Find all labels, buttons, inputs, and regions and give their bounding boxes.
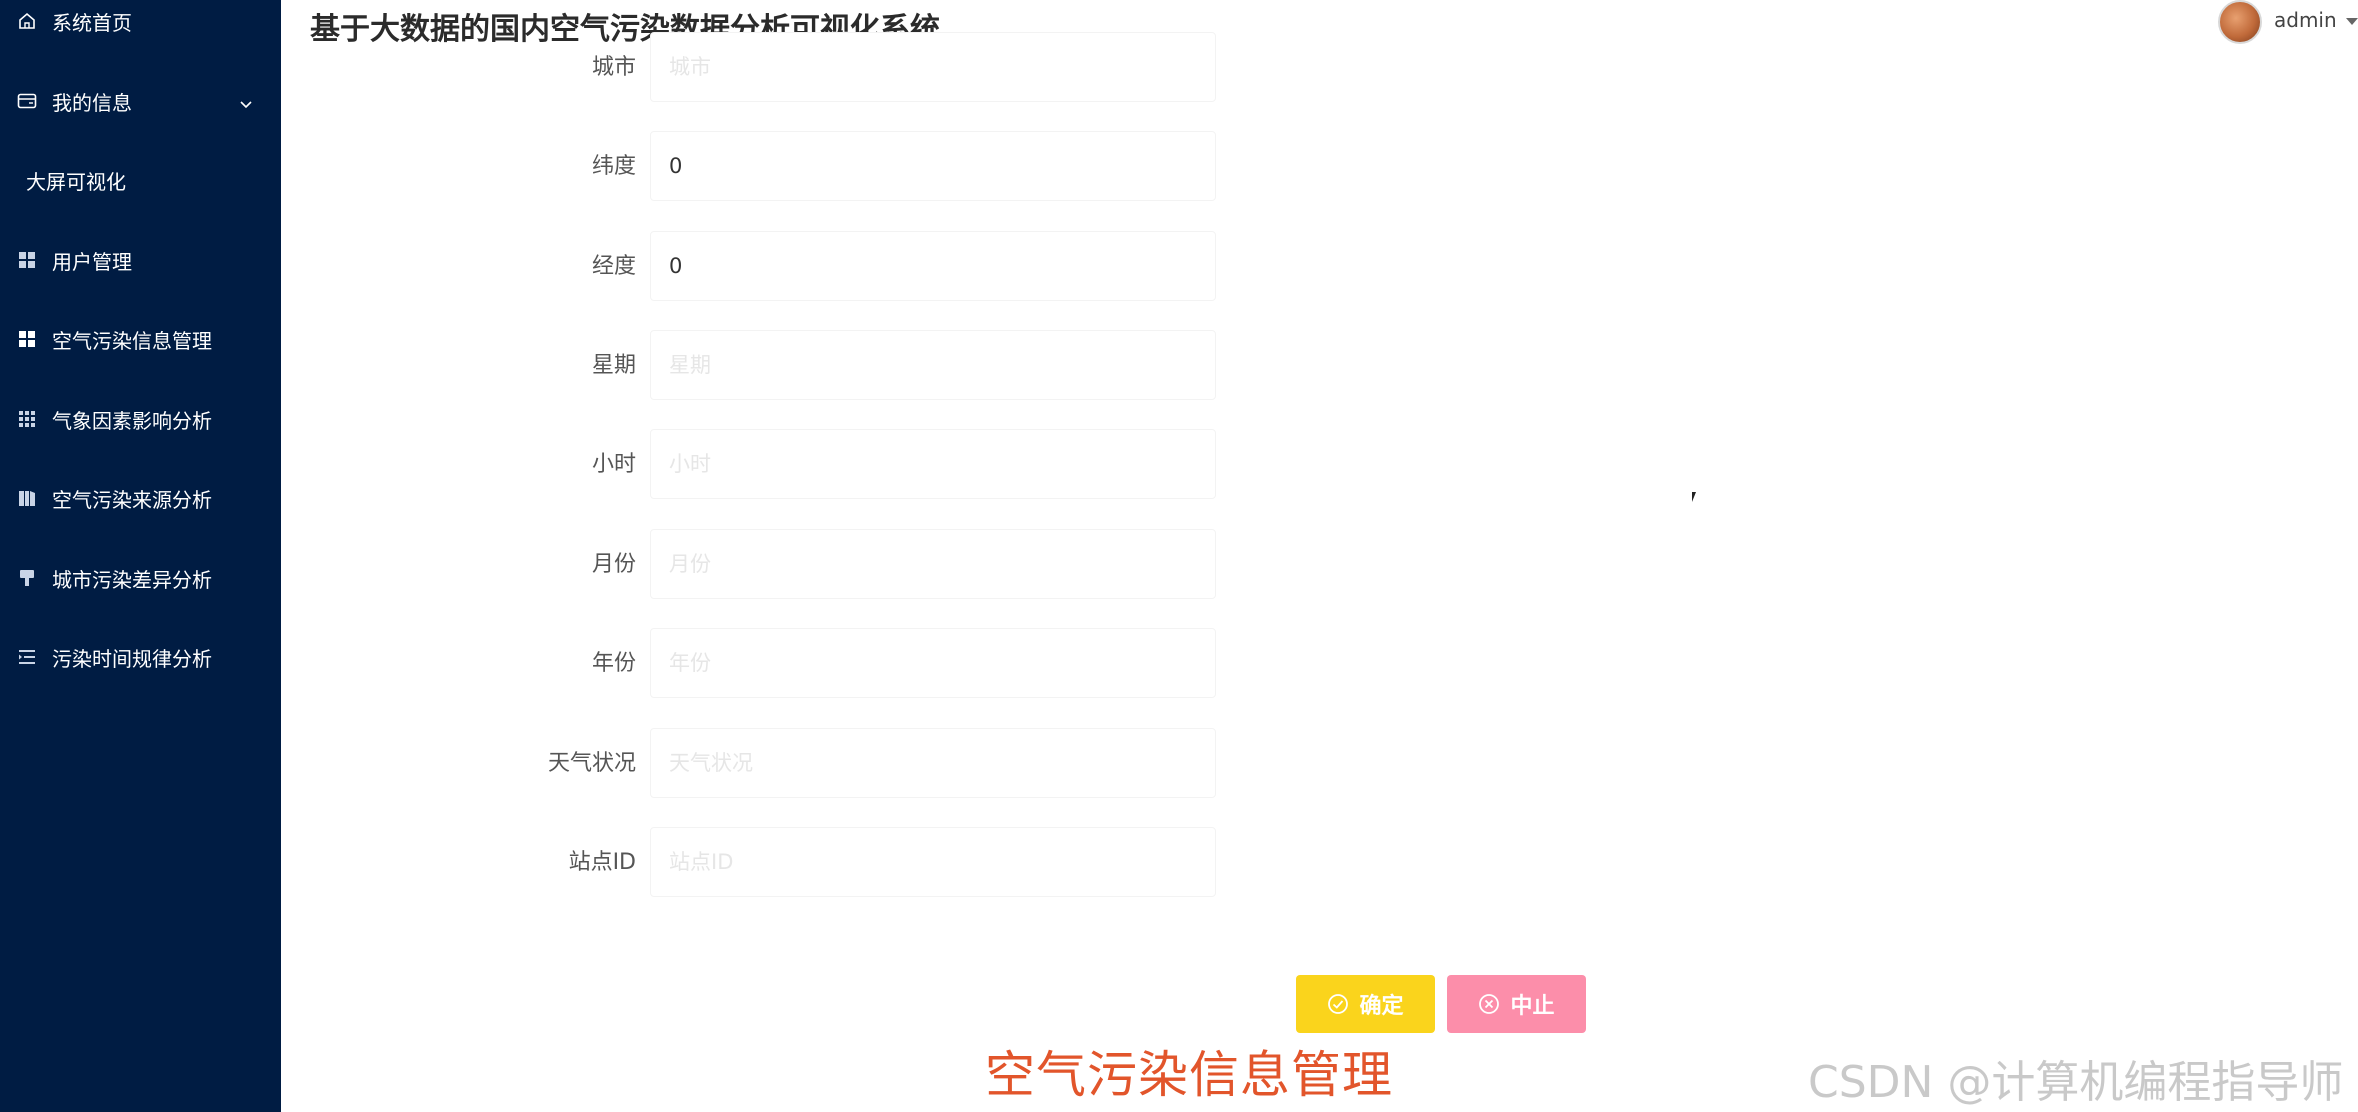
longitude-field[interactable] [650,231,1216,301]
grid-icon [16,249,38,271]
hour-field[interactable] [650,429,1216,499]
sidebar-item-my-info[interactable]: 我的信息 [0,71,281,131]
confirm-label: 确定 [1359,994,1404,1019]
user-menu[interactable]: admin [2218,0,2358,46]
form-row-weekday: 星期 [400,330,1220,400]
sidebar-item-source-analysis[interactable]: 空气污染来源分析 [0,468,281,528]
weekday-field[interactable] [650,330,1216,400]
mouse-cursor-icon [1692,492,1696,502]
sidebar-item-home[interactable]: 系统首页 [0,0,281,51]
field-label: 星期 [591,353,636,378]
field-label: 纬度 [591,154,636,179]
sidebar-item-label: 大屏可视化 [26,169,126,194]
field-label: 城市 [591,55,636,80]
list-indent-icon [16,646,38,668]
field-label: 经度 [591,254,636,279]
book-icon [16,487,38,509]
form-row-hour: 小时 [400,429,1220,499]
field-label: 站点ID [568,850,636,875]
check-circle-icon [1327,993,1349,1015]
sidebar-item-weather-analysis[interactable]: 气象因素影响分析 [0,389,281,449]
sidebar-item-user-management[interactable]: 用户管理 [0,230,281,290]
field-label: 小时 [591,452,636,477]
sidebar-item-label: 污染时间规律分析 [52,646,212,671]
form-row-year: 年份 [400,628,1220,698]
sidebar-item-label: 城市污染差异分析 [52,567,212,592]
field-label: 天气状况 [547,751,636,776]
latitude-field[interactable] [650,131,1216,201]
username: admin [2274,8,2337,32]
field-label: 年份 [591,651,636,676]
weather-field[interactable] [650,728,1216,798]
home-icon [16,10,38,32]
grid-dots-icon [16,408,38,430]
sidebar-item-label: 我的信息 [52,90,132,115]
sidebar-item-label: 空气污染信息管理 [52,328,212,353]
chevron-down-icon [239,91,253,115]
cancel-label: 中止 [1510,994,1555,1019]
station-id-field[interactable] [650,827,1216,897]
caret-down-icon [2346,18,2358,25]
city-field[interactable] [650,32,1216,102]
video-caption: 空气污染信息管理 [985,1046,1393,1104]
sidebar-item-label: 空气污染来源分析 [52,487,212,512]
cancel-button[interactable]: 中止 [1447,975,1586,1033]
sidebar-item-label: 气象因素影响分析 [52,408,212,433]
form-row-weather: 天气状况 [400,728,1220,798]
sidebar-item-time-analysis[interactable]: 污染时间规律分析 [0,627,281,687]
grid-icon [16,328,38,350]
close-circle-icon [1478,993,1500,1015]
wallet-icon [16,90,38,112]
sidebar-item-big-screen[interactable]: 大屏可视化 [0,150,281,210]
sidebar-item-label: 用户管理 [52,249,132,274]
form-row-city: 城市 [400,32,1220,102]
field-label: 月份 [591,552,636,577]
sidebar-item-city-analysis[interactable]: 城市污染差异分析 [0,548,281,608]
form-row-latitude: 纬度 [400,131,1220,201]
brush-icon [16,567,38,589]
sidebar: 系统首页 我的信息 大屏可视化 用户管理 空气污染信息管理 气象因素影响分析 空… [0,0,281,1112]
form-row-longitude: 经度 [400,231,1220,301]
year-field[interactable] [650,628,1216,698]
sidebar-item-pollution-info[interactable]: 空气污染信息管理 [0,309,281,369]
sidebar-item-label: 系统首页 [52,10,132,35]
month-field[interactable] [650,529,1216,599]
confirm-button[interactable]: 确定 [1296,975,1435,1033]
form-row-station-id: 站点ID [400,827,1220,897]
watermark: CSDN @计算机编程指导师 [1808,1057,2344,1108]
form-row-month: 月份 [400,529,1220,599]
avatar[interactable] [2218,0,2262,44]
